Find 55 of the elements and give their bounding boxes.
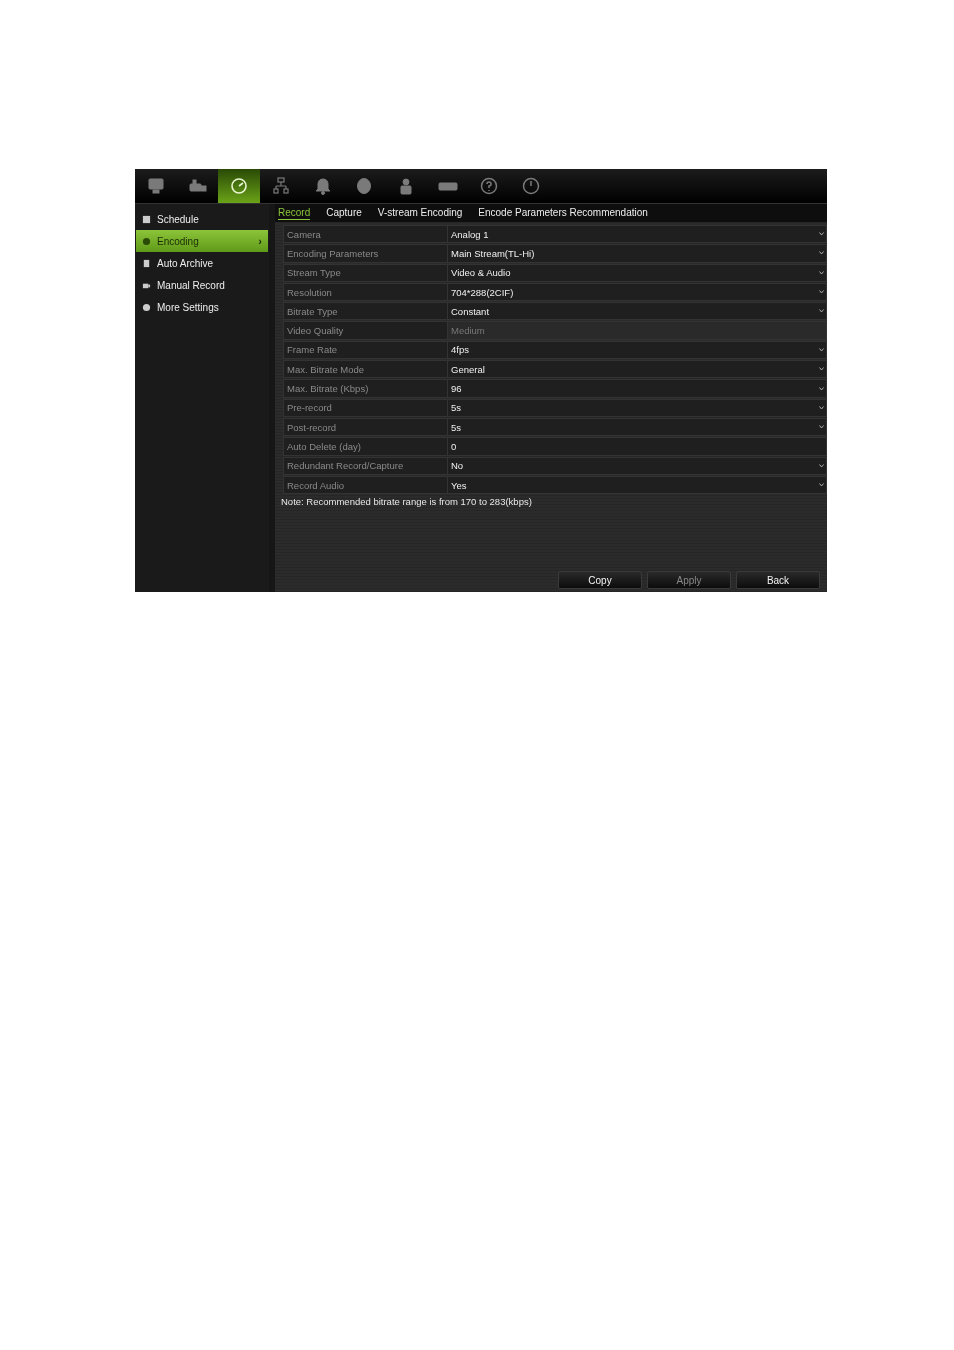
dropdown[interactable]: Yes (448, 476, 826, 494)
chevron-icon (819, 386, 824, 391)
chevron-icon (819, 270, 824, 275)
dropdown[interactable]: No (448, 457, 826, 474)
setting-label: Max. Bitrate Mode (284, 361, 448, 378)
setting-label: Post-record (284, 418, 448, 436)
chevron-icon (819, 463, 824, 468)
dropdown[interactable]: 5s (448, 399, 826, 416)
chevron-icon (819, 232, 824, 237)
dropdown[interactable]: Main Stream(TL-Hi) (448, 245, 826, 262)
sidebar-item[interactable]: Encoding › (136, 230, 268, 252)
chevron-icon (819, 347, 824, 352)
dropdown[interactable]: 4fps (448, 341, 826, 359)
chevron-icon (819, 251, 824, 256)
dropdown[interactable]: 5s (448, 418, 826, 436)
toolbar-button[interactable] (218, 169, 261, 203)
setting-label: Redundant Record/Capture (284, 457, 448, 474)
sidebar-item[interactable]: Schedule (136, 208, 268, 230)
chevron-icon (819, 425, 824, 430)
power-icon (521, 176, 542, 196)
tab[interactable]: V-stream Encoding (377, 207, 463, 219)
chevron-icon (819, 309, 824, 314)
dropdown[interactable]: 704*288(2CIF) (448, 283, 826, 301)
dropdown[interactable]: General (448, 361, 826, 378)
chevron-icon (819, 483, 824, 487)
setting-label: Record Audio (284, 476, 448, 494)
dropdown[interactable]: Video & Audio (448, 264, 826, 281)
chevron-icon (819, 367, 824, 372)
action-button[interactable]: Copy (558, 571, 642, 589)
chevron-icon (819, 405, 824, 410)
dropdown[interactable]: Constant (448, 303, 826, 320)
arrow-icon: › (258, 235, 262, 247)
sidebar-item[interactable]: Manual Record (136, 274, 268, 296)
sidebar-item[interactable]: More Settings (136, 296, 268, 318)
dropdown[interactable]: Analog 1 (448, 226, 826, 243)
tab[interactable]: Record (278, 206, 311, 220)
dropdown[interactable]: 96 (448, 380, 826, 397)
setting-label: Max. Bitrate (Kbps) (284, 380, 448, 397)
setting-label: Stream Type (284, 264, 448, 281)
setting-label: Bitrate Type (284, 303, 448, 320)
monitor-icon (145, 176, 166, 196)
clock-icon (229, 176, 250, 196)
setting-label: Encoding Parameters (284, 245, 448, 262)
note-text: Note: Recommended bitrate range is from 170 to 283(kbps) (280, 495, 533, 508)
setting-label: Pre-record (284, 399, 448, 416)
tab[interactable]: Encode Parameters Recommendation (478, 207, 648, 219)
setting-label: Resolution (284, 283, 448, 301)
sidebar-item[interactable]: Auto Archive (136, 252, 268, 274)
network-icon (270, 176, 291, 196)
setting-label: Camera (284, 226, 448, 243)
chevron-icon (819, 290, 824, 295)
help-icon (479, 176, 500, 196)
tab[interactable]: Capture (326, 207, 362, 219)
setting-label: Frame Rate (284, 341, 448, 359)
action-button[interactable]: Back (736, 571, 820, 589)
